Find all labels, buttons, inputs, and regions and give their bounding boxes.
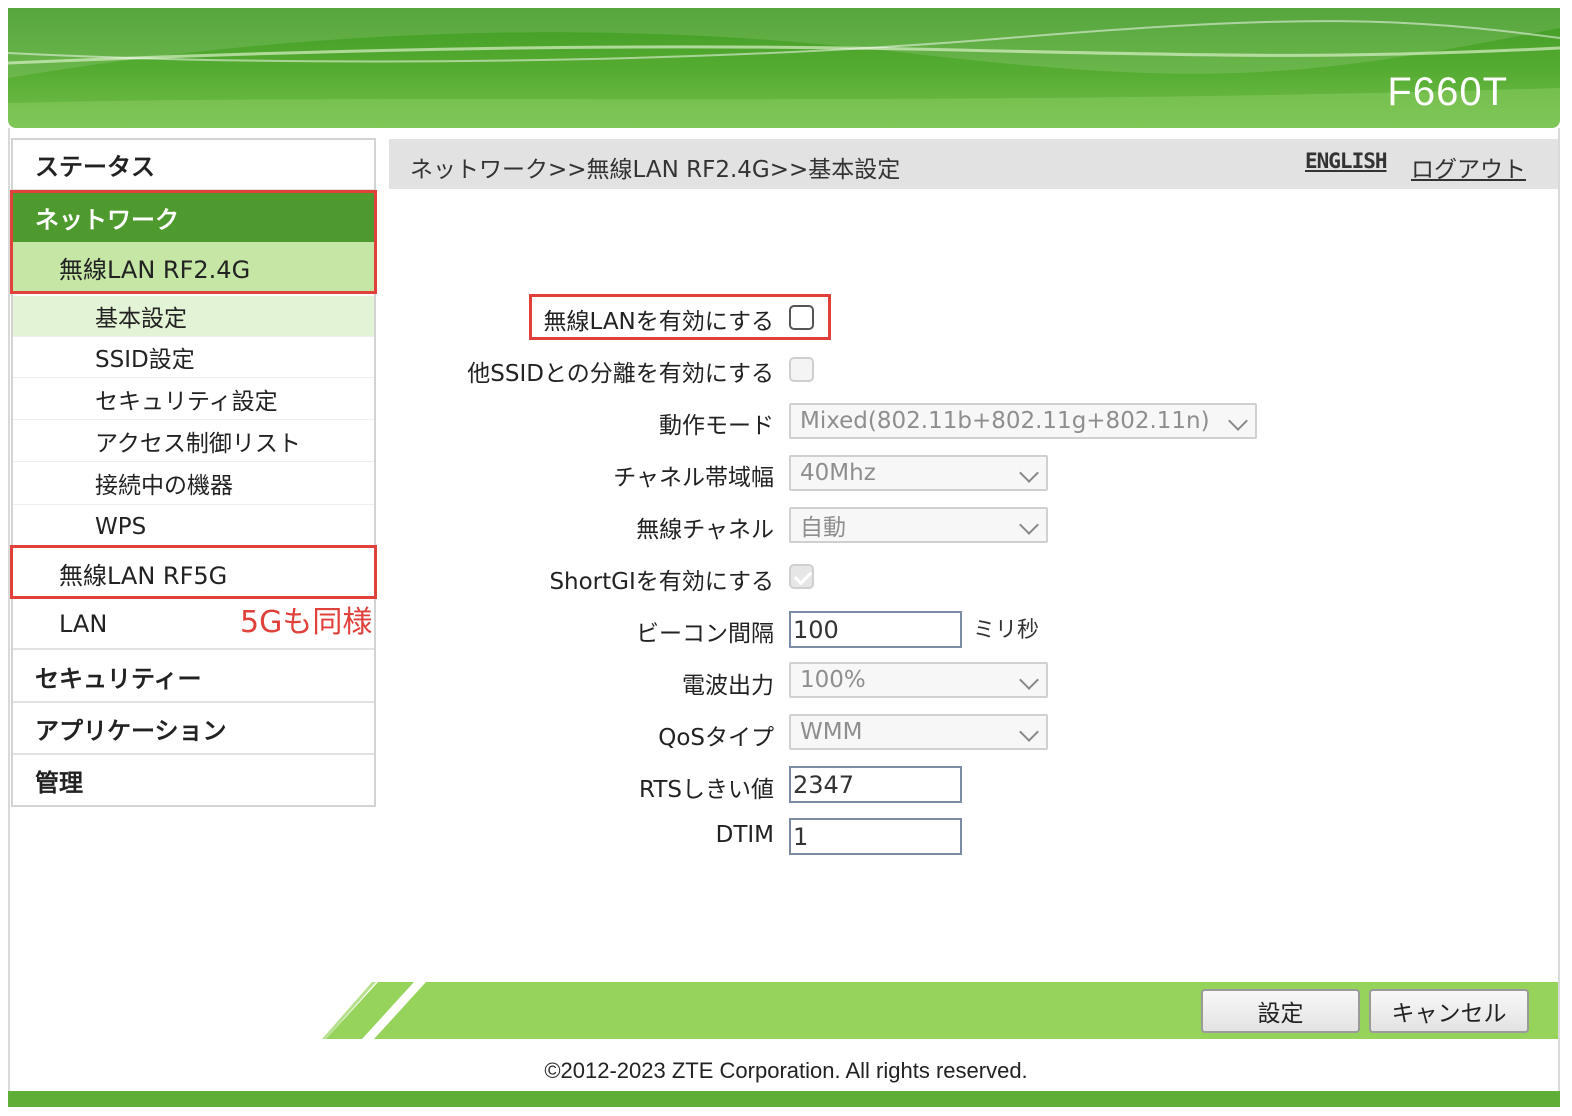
device-model-title: F660T — [1387, 70, 1508, 114]
select-channel[interactable]: 自動 — [789, 507, 1048, 543]
annotation-note-5g: 5Gも同様 — [240, 605, 373, 640]
select-qos-value: WMM — [800, 719, 863, 745]
header-wave-decoration — [8, 8, 1560, 128]
input-rts[interactable]: 2347 — [789, 766, 962, 803]
chevron-down-icon — [1019, 722, 1039, 742]
input-dtim[interactable]: 1 — [789, 818, 962, 855]
bottom-bar — [8, 1091, 1560, 1107]
label-beacon: ビーコン間隔 — [636, 621, 774, 647]
label-rts: RTSしきい値 — [639, 777, 774, 803]
label-power: 電波出力 — [682, 673, 774, 699]
menu-basic-settings[interactable]: 基本設定 — [13, 296, 374, 337]
checkbox-shortgi[interactable] — [789, 564, 814, 589]
annotation-box-network — [10, 190, 377, 294]
label-mode: 動作モード — [659, 413, 774, 439]
menu-connected-devices[interactable]: 接続中の機器 — [13, 462, 374, 505]
select-power-value: 100% — [800, 667, 866, 693]
chevron-down-icon — [1019, 515, 1039, 535]
checkbox-ssid-isolation[interactable] — [789, 357, 814, 382]
copyright: ©2012-2023 ZTE Corporation. All rights r… — [544, 1058, 1028, 1083]
menu-wps[interactable]: WPS — [13, 505, 374, 548]
menu-ssid-settings[interactable]: SSID設定 — [13, 337, 374, 378]
cancel-button[interactable]: キャンセル — [1369, 989, 1529, 1033]
apply-button[interactable]: 設定 — [1201, 989, 1360, 1033]
menu-application[interactable]: アプリケーション — [13, 704, 374, 755]
chevron-down-icon — [1019, 463, 1039, 483]
menu-admin[interactable]: 管理 — [13, 756, 374, 805]
menu-access-control-list[interactable]: アクセス制御リスト — [13, 420, 374, 462]
english-link[interactable]: ENGLISH — [1305, 149, 1388, 173]
select-bandwidth[interactable]: 40Mhz — [789, 455, 1048, 491]
chevron-down-icon — [1019, 670, 1039, 690]
select-mode[interactable]: Mixed(802.11b+802.11g+802.11n) — [789, 403, 1257, 439]
select-qos[interactable]: WMM — [789, 714, 1048, 750]
menu-status[interactable]: ステータス — [13, 140, 374, 191]
select-mode-value: Mixed(802.11b+802.11g+802.11n) — [800, 408, 1210, 434]
select-power[interactable]: 100% — [789, 662, 1048, 698]
label-dtim: DTIM — [715, 822, 774, 848]
menu-security-settings[interactable]: セキュリティ設定 — [13, 378, 374, 420]
select-bandwidth-value: 40Mhz — [800, 460, 876, 486]
label-ssid-isolation: 他SSIDとの分離を有効にする — [467, 361, 774, 387]
annotation-box-enable-wlan — [529, 294, 831, 340]
menu-security[interactable]: セキュリティー — [13, 652, 374, 703]
logout-link[interactable]: ログアウト — [1411, 150, 1526, 184]
beacon-unit: ミリ秒 — [973, 618, 1040, 643]
label-qos: QoSタイプ — [658, 725, 774, 751]
select-channel-value: 自動 — [800, 515, 846, 541]
input-beacon[interactable]: 100 — [789, 611, 962, 648]
annotation-box-wlan-5g — [10, 545, 377, 599]
label-shortgi: ShortGIを有効にする — [549, 569, 774, 595]
frame-right-border — [1558, 128, 1560, 1091]
label-channel: 無線チャネル — [636, 517, 774, 543]
header-banner: F660T — [8, 8, 1560, 128]
breadcrumb: ネットワーク>>無線LAN RF2.4G>>基本設定 — [410, 157, 901, 183]
label-bandwidth: チャネル帯域幅 — [613, 465, 774, 491]
